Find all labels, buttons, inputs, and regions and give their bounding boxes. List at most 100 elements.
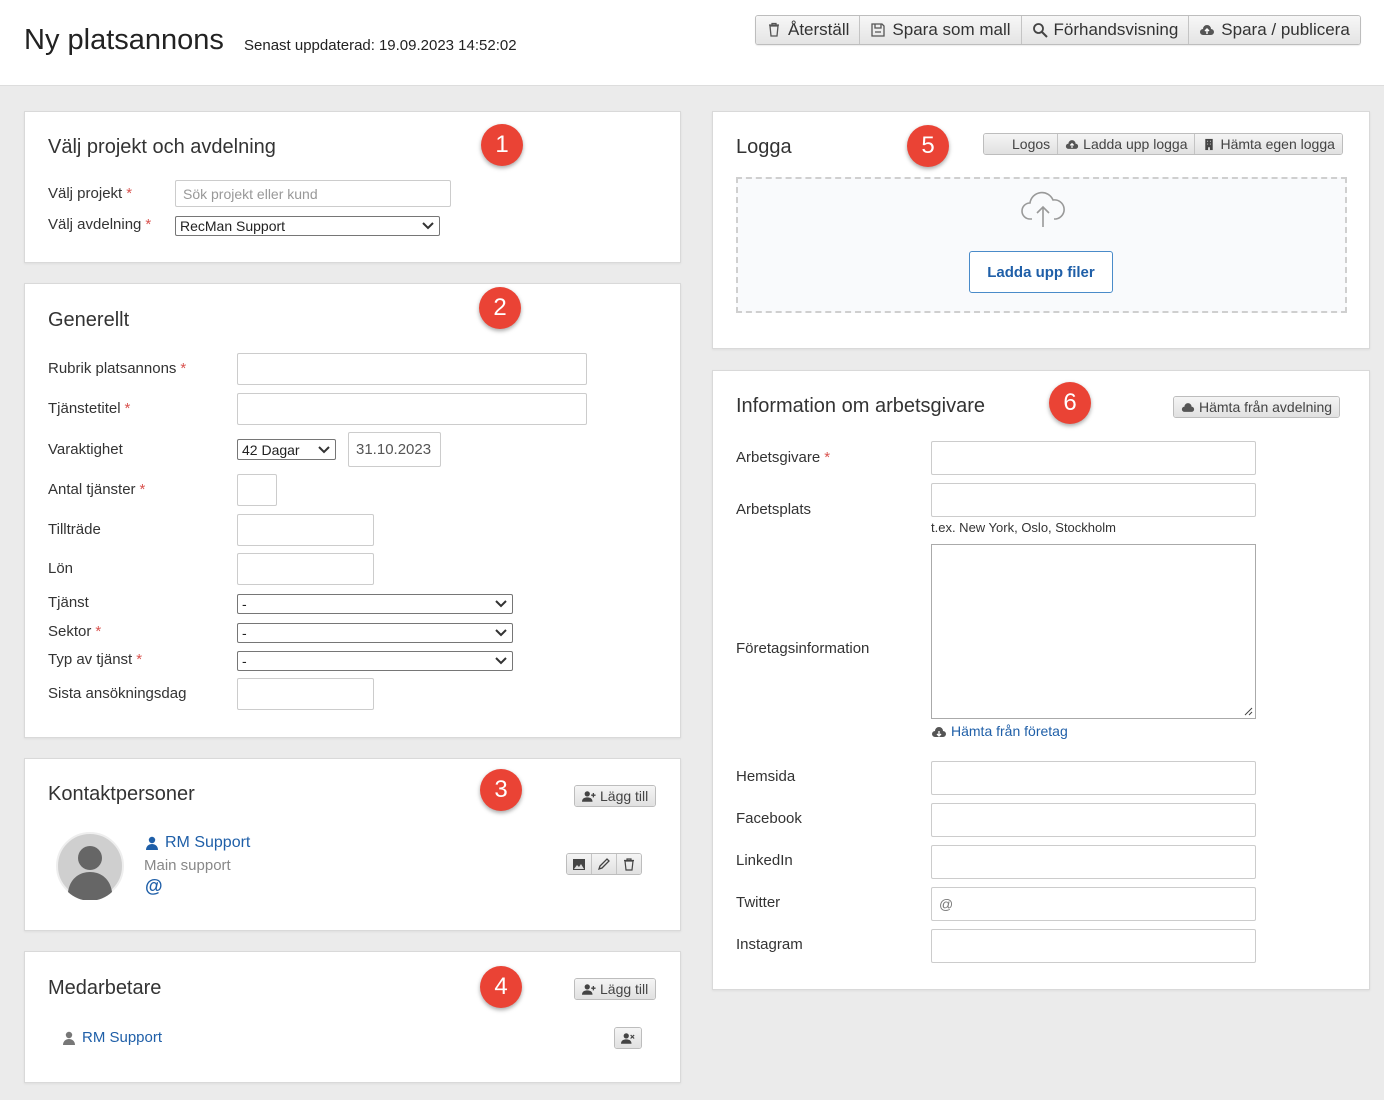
workplace-hint: t.ex. New York, Oslo, Stockholm bbox=[931, 520, 1116, 535]
upload-logo-button[interactable]: Ladda upp logga bbox=[1058, 134, 1196, 154]
chevron-down-icon bbox=[495, 629, 507, 637]
employer-label: Arbetsgivare * bbox=[736, 449, 831, 466]
colleague-item: RM Support bbox=[62, 1029, 162, 1046]
last-updated-label: Senast uppdaterad: bbox=[244, 37, 375, 54]
job-title-input[interactable] bbox=[237, 393, 587, 425]
contact-image-button[interactable] bbox=[567, 854, 592, 874]
fetch-own-logo-button[interactable]: Hämta egen logga bbox=[1195, 134, 1342, 154]
workplace-input[interactable] bbox=[931, 483, 1256, 517]
duration-select[interactable]: 42 Dagar bbox=[237, 439, 336, 460]
contact-name: RM Support bbox=[165, 834, 251, 851]
reset-button[interactable]: Återställ bbox=[756, 16, 861, 44]
duration-label: Varaktighet bbox=[48, 441, 123, 458]
employer-panel: Information om arbetsgivare 6 Hämta från… bbox=[712, 370, 1370, 990]
headline-input[interactable] bbox=[237, 353, 587, 385]
last-updated: Senast uppdaterad: 19.09.2023 14:52:02 bbox=[244, 37, 517, 54]
type-value: - bbox=[242, 653, 247, 669]
sector-select[interactable]: - bbox=[237, 623, 513, 643]
start-input[interactable] bbox=[237, 514, 374, 546]
salary-label: Lön bbox=[48, 560, 74, 577]
employer-input[interactable] bbox=[931, 441, 1256, 475]
twitter-label: Twitter bbox=[736, 894, 781, 911]
reset-label: Återställ bbox=[788, 20, 850, 39]
preview-button[interactable]: Förhandsvisning bbox=[1021, 16, 1190, 44]
save-publish-button[interactable]: Spara / publicera bbox=[1189, 16, 1360, 44]
upload-files-button[interactable]: Ladda upp filer bbox=[969, 251, 1113, 293]
project-label: Välj projekt * bbox=[48, 185, 133, 202]
duration-value: 42 Dagar bbox=[242, 441, 300, 458]
contact-delete-button[interactable] bbox=[617, 854, 641, 874]
deadline-label: Sista ansökningsdag bbox=[48, 685, 187, 702]
step-badge-5: 5 bbox=[907, 125, 949, 167]
resize-handle-icon[interactable] bbox=[1244, 707, 1253, 716]
sector-label: Sektor * bbox=[48, 623, 102, 640]
pencil-icon bbox=[597, 857, 610, 870]
colleagues-panel-title: Medarbetare bbox=[48, 977, 162, 999]
remove-colleague-button[interactable] bbox=[615, 1028, 641, 1048]
add-colleague-label: Lägg till bbox=[600, 981, 649, 997]
contact-name-link[interactable]: RM Support bbox=[145, 834, 250, 852]
building-icon bbox=[1205, 138, 1214, 150]
contact-email-icon[interactable]: @ bbox=[145, 876, 163, 897]
fetch-from-department-label: Hämta från avdelning bbox=[1199, 399, 1333, 415]
logo-panel: Logga 5 Logos Ladda upp logga Hämta egen… bbox=[712, 111, 1370, 349]
fetch-own-logo-label: Hämta egen logga bbox=[1220, 136, 1335, 152]
contact-role: Main support bbox=[144, 857, 231, 874]
website-label: Hemsida bbox=[736, 768, 796, 785]
facebook-input[interactable] bbox=[931, 803, 1256, 837]
user-icon bbox=[146, 836, 158, 850]
add-contact-button[interactable]: Lägg till bbox=[575, 786, 656, 806]
trash-icon bbox=[769, 22, 779, 37]
save-template-button[interactable]: Spara som mall bbox=[860, 16, 1022, 44]
page-header: Ny platsannons Senast uppdaterad: 19.09.2… bbox=[0, 0, 1384, 86]
fetch-from-department-button[interactable]: Hämta från avdelning bbox=[1174, 397, 1340, 417]
department-select[interactable]: RecMan Support bbox=[175, 216, 440, 236]
company-info-textarea[interactable] bbox=[931, 544, 1256, 719]
deadline-input[interactable] bbox=[237, 678, 374, 710]
save-publish-label: Spara / publicera bbox=[1221, 20, 1350, 39]
user-remove-icon bbox=[621, 1032, 635, 1044]
image-icon bbox=[573, 858, 585, 870]
linkedin-input[interactable] bbox=[931, 845, 1256, 879]
service-select[interactable]: - bbox=[237, 594, 513, 614]
upload-logo-label: Ladda upp logga bbox=[1083, 136, 1188, 152]
twitter-input[interactable]: @ bbox=[931, 887, 1256, 921]
contact-edit-button[interactable] bbox=[592, 854, 617, 874]
website-input[interactable] bbox=[931, 761, 1256, 795]
avatar bbox=[56, 832, 124, 900]
step-badge-6: 6 bbox=[1049, 382, 1091, 424]
general-panel-title: Generellt bbox=[48, 309, 130, 331]
start-label: Tillträde bbox=[48, 521, 101, 538]
duration-date-input[interactable]: 31.10.2023 bbox=[348, 432, 441, 467]
service-label: Tjänst bbox=[48, 594, 89, 611]
header-toolbar: Återställ Spara som mall Förhandsvisning… bbox=[755, 15, 1361, 45]
twitter-prefix: @ bbox=[939, 896, 954, 912]
logos-button[interactable]: Logos bbox=[984, 134, 1059, 154]
employer-panel-title: Information om arbetsgivare bbox=[736, 395, 986, 417]
colleague-name[interactable]: RM Support bbox=[82, 1029, 162, 1046]
trash-icon bbox=[624, 857, 634, 871]
department-value: RecMan Support bbox=[180, 218, 286, 234]
cloud-icon bbox=[1181, 402, 1195, 412]
instagram-label: Instagram bbox=[736, 936, 803, 953]
chevron-down-icon bbox=[495, 600, 507, 608]
preview-label: Förhandsvisning bbox=[1053, 20, 1179, 39]
department-label: Välj avdelning * bbox=[48, 216, 152, 233]
contact-actions bbox=[566, 853, 642, 875]
add-colleague-button[interactable]: Lägg till bbox=[575, 979, 656, 999]
salary-input[interactable] bbox=[237, 553, 374, 585]
chevron-down-icon bbox=[318, 445, 330, 453]
contacts-panel-title: Kontaktpersoner bbox=[48, 783, 195, 805]
positions-input[interactable] bbox=[237, 474, 277, 506]
fetch-from-company-link[interactable]: Hämta från företag bbox=[931, 723, 1068, 739]
chevron-down-icon bbox=[422, 222, 434, 230]
cloud-upload-icon bbox=[1200, 25, 1215, 35]
step-badge-2: 2 bbox=[479, 287, 521, 329]
contacts-add-group: Lägg till bbox=[574, 785, 657, 807]
facebook-label: Facebook bbox=[736, 810, 802, 827]
instagram-input[interactable] bbox=[931, 929, 1256, 963]
type-select[interactable]: - bbox=[237, 651, 513, 671]
project-search-input[interactable]: Sök projekt eller kund bbox=[175, 180, 451, 207]
save-icon bbox=[871, 23, 886, 37]
logo-dropzone[interactable]: Ladda upp filer bbox=[736, 177, 1347, 313]
